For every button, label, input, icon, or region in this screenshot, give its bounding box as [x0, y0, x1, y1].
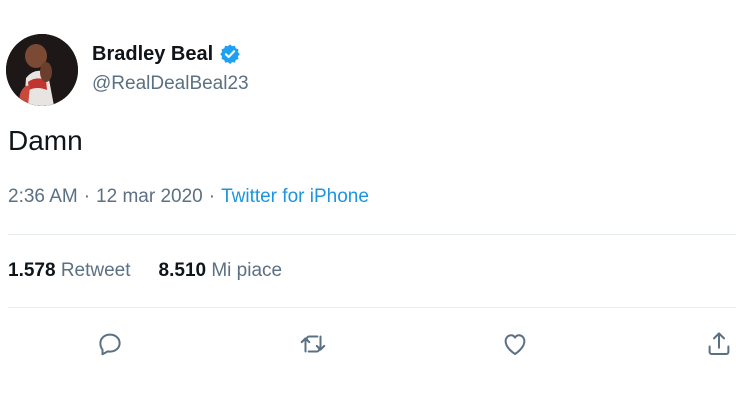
share-icon[interactable] [704, 329, 734, 359]
tweet-text: Damn [8, 125, 83, 156]
like-icon[interactable] [500, 329, 530, 359]
author-handle[interactable]: @RealDealBeal23 [92, 72, 249, 96]
tweet-metadata: 2:36 AM · 12 mar 2020 · Twitter for iPhone [8, 185, 369, 209]
tweet-date[interactable]: 12 mar 2020 [96, 186, 203, 207]
tweet-stats: 1.578 Retweet 8.510 Mi piace [8, 259, 310, 283]
tweet-card: Bradley Beal @RealDealBeal23 Damn 2:36 A… [0, 0, 736, 414]
avatar[interactable] [6, 34, 78, 106]
likes-count: 8.510 [158, 260, 207, 281]
meta-separator: · [208, 186, 216, 207]
retweets-label: Retweet [60, 260, 131, 281]
retweets-stat[interactable]: 1.578 Retweet [8, 260, 131, 281]
tweet-source-link[interactable]: Twitter for iPhone [221, 186, 369, 207]
verified-badge-icon [219, 43, 241, 65]
display-name[interactable]: Bradley Beal [92, 42, 213, 66]
reply-icon[interactable] [95, 329, 125, 359]
retweets-count: 1.578 [8, 260, 56, 281]
divider [8, 234, 736, 235]
retweet-icon[interactable] [298, 329, 328, 359]
divider [8, 307, 736, 308]
likes-stat[interactable]: 8.510 Mi piace [159, 260, 283, 281]
meta-separator: · [83, 186, 91, 207]
likes-label: Mi piace [211, 260, 283, 281]
author-name-row[interactable]: Bradley Beal [92, 42, 241, 66]
tweet-time[interactable]: 2:36 AM [8, 186, 78, 207]
